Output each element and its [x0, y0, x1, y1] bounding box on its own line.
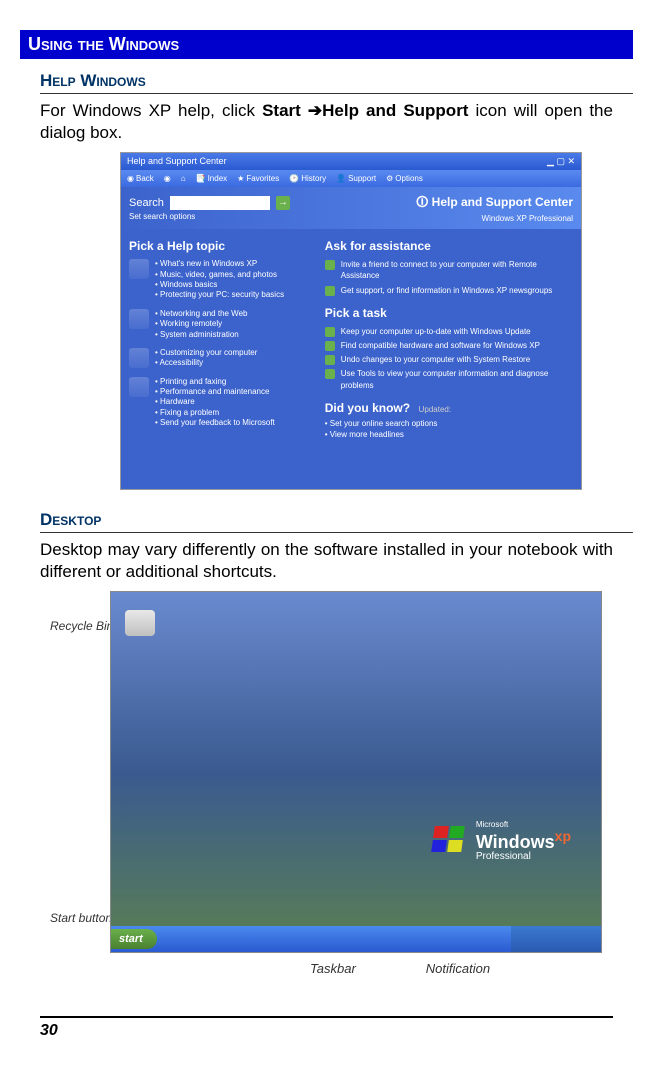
desktop-heading: Desktop — [40, 510, 633, 533]
help-topic-link[interactable]: Customizing your computer — [155, 348, 257, 358]
help-topic-link[interactable]: Music, video, games, and photos — [155, 270, 284, 280]
search-go-button[interactable]: → — [276, 196, 290, 210]
help-topic-link[interactable]: Protecting your PC: security basics — [155, 290, 284, 300]
help-topic-link[interactable]: Accessibility — [155, 358, 257, 368]
label: Favorites — [246, 174, 279, 183]
arrow-icon — [325, 260, 335, 270]
support-button[interactable]: 👤 Support — [336, 174, 376, 183]
set-search-options-link[interactable]: Set search options — [129, 212, 290, 221]
help-topic-link[interactable]: Fixing a problem — [155, 408, 275, 418]
help-link[interactable]: Keep your computer up-to-date with Windo… — [325, 326, 573, 337]
forward-button[interactable]: ◉ — [164, 174, 171, 183]
section-header: Using the Windows — [20, 30, 633, 59]
notification-label: Notification — [426, 961, 490, 976]
help-link[interactable]: Use Tools to view your computer informat… — [325, 368, 573, 390]
text-bold: Start — [262, 101, 308, 120]
taskbar-label: Taskbar — [310, 961, 356, 976]
help-topic-group: Customizing your computerAccessibility — [129, 348, 309, 369]
history-button[interactable]: 🕑 History — [289, 174, 326, 183]
did-you-know-title: Did you know? — [325, 401, 410, 415]
desktop-screenshot: Recycle Bin — Start button — Microsoft — [110, 591, 600, 976]
help-windows-paragraph: For Windows XP help, click Start ➔Help a… — [40, 100, 613, 144]
help-link[interactable]: Find compatible hardware and software fo… — [325, 340, 573, 351]
home-icon[interactable]: ⌂ — [181, 174, 186, 183]
label: Back — [136, 174, 154, 183]
help-topic-link[interactable]: Send your feedback to Microsoft — [155, 418, 275, 428]
help-topic-link[interactable]: Working remotely — [155, 319, 248, 329]
taskbar: start — [111, 926, 601, 952]
label: Index — [208, 174, 228, 183]
help-link[interactable]: Undo changes to your computer with Syste… — [325, 354, 573, 365]
brand-name: Windows — [476, 832, 555, 852]
start-button[interactable]: start — [111, 929, 157, 949]
recycle-bin-icon[interactable] — [125, 610, 157, 650]
toolbar: ◉ Back ◉ ⌂ 📑 Index ★ Favorites 🕑 History… — [121, 170, 581, 187]
help-topic-group: Networking and the WebWorking remotelySy… — [129, 309, 309, 340]
help-center-logo: 🛈 Help and Support Center — [416, 193, 573, 214]
help-topic-group: Printing and faxingPerformance and maint… — [129, 377, 309, 429]
topic-group-icon — [129, 309, 149, 329]
pick-task-title: Pick a task — [325, 306, 573, 320]
text-fragment: For Windows XP help, click — [40, 101, 262, 120]
label: Support — [348, 174, 376, 183]
ask-assistance-title: Ask for assistance — [325, 239, 573, 253]
window-titlebar: Help and Support Center ▁ ▢ ✕ — [121, 153, 581, 170]
window-title: Help and Support Center — [127, 156, 227, 167]
page-number: 30 — [40, 1016, 613, 1040]
help-topic-link[interactable]: Performance and maintenance — [155, 387, 275, 397]
notification-area[interactable] — [511, 926, 601, 952]
brand-edition: Professional — [476, 851, 571, 862]
label: Options — [395, 174, 423, 183]
topic-group-icon — [129, 377, 149, 397]
help-topic-link[interactable]: What's new in Windows XP — [155, 259, 284, 269]
brand-xp: xp — [555, 828, 571, 844]
windows-logo: Microsoft Windowsxp Professional — [433, 820, 571, 862]
search-label: Search — [129, 197, 164, 209]
dyk-link[interactable]: • Set your online search options — [325, 419, 573, 428]
help-center-screenshot: Help and Support Center ▁ ▢ ✕ ◉ Back ◉ ⌂… — [120, 152, 613, 490]
help-link[interactable]: Get support, or find information in Wind… — [325, 285, 573, 296]
arrow-icon — [325, 355, 335, 365]
help-link[interactable]: Invite a friend to connect to your compu… — [325, 259, 573, 281]
index-button[interactable]: 📑 Index — [196, 174, 228, 183]
pick-topic-title: Pick a Help topic — [129, 239, 309, 253]
options-button[interactable]: ⚙ Options — [386, 174, 423, 183]
window-controls: ▁ ▢ ✕ — [547, 156, 575, 167]
dyk-updated: Updated: — [419, 405, 451, 414]
search-input[interactable] — [170, 196, 270, 210]
arrow-icon: ➔ — [308, 101, 322, 120]
topic-group-icon — [129, 259, 149, 279]
help-topic-link[interactable]: System administration — [155, 330, 248, 340]
arrow-icon — [325, 327, 335, 337]
help-topic-link[interactable]: Printing and faxing — [155, 377, 275, 387]
arrow-icon — [325, 369, 335, 379]
label: History — [301, 174, 326, 183]
help-topic-link[interactable]: Hardware — [155, 397, 275, 407]
favorites-button[interactable]: ★ Favorites — [237, 174, 279, 183]
topic-group-icon — [129, 348, 149, 368]
text-bold: Help and Support — [322, 101, 468, 120]
help-topic-link[interactable]: Windows basics — [155, 280, 284, 290]
arrow-icon — [325, 286, 335, 296]
help-windows-heading: Help Windows — [40, 71, 633, 94]
arrow-icon — [325, 341, 335, 351]
back-button[interactable]: ◉ Back — [127, 174, 154, 183]
dyk-link[interactable]: • View more headlines — [325, 430, 573, 439]
edition-label: Windows XP Professional — [416, 214, 573, 223]
help-topic-group: What's new in Windows XPMusic, video, ga… — [129, 259, 309, 301]
desktop-paragraph: Desktop may vary differently on the soft… — [40, 539, 613, 583]
help-topic-link[interactable]: Networking and the Web — [155, 309, 248, 319]
